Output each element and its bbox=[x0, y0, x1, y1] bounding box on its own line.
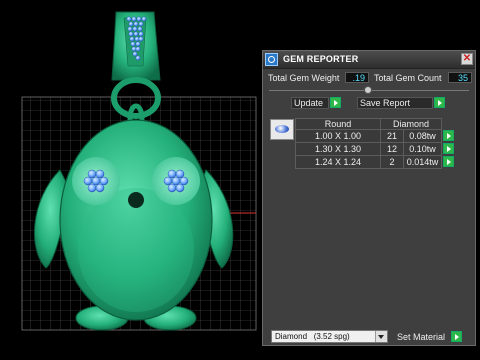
set-material-go-icon[interactable] bbox=[451, 331, 462, 342]
row-go-icon[interactable] bbox=[443, 142, 454, 154]
save-report-button[interactable]: Save Report bbox=[357, 97, 433, 109]
material-name: Diamond bbox=[275, 332, 308, 341]
table-row: 1.00 X 1.00 21 0.08tw bbox=[295, 129, 456, 143]
gem-count: 2 bbox=[380, 155, 404, 169]
material-select[interactable]: Diamond (3.52 spg) bbox=[271, 330, 388, 343]
total-gem-weight-label: Total Gem Weight bbox=[268, 73, 340, 83]
penguin-pendant-model bbox=[21, 11, 257, 331]
gem-size: 1.24 X 1.24 bbox=[295, 155, 381, 169]
set-material-label[interactable]: Set Material bbox=[397, 332, 445, 342]
slider-handle[interactable] bbox=[364, 86, 372, 94]
gem-reporter-icon bbox=[265, 53, 278, 66]
save-report-go-icon[interactable] bbox=[434, 97, 445, 108]
gem-reporter-panel: GEM REPORTER ✕ Total Gem Weight .19 Tota… bbox=[262, 50, 476, 346]
close-icon[interactable]: ✕ bbox=[461, 53, 473, 65]
save-report-label: Save Report bbox=[360, 98, 411, 108]
table-row: 1.24 X 1.24 2 0.014tw bbox=[295, 155, 456, 169]
gem-table: Round Diamond 1.00 X 1.00 21 0.08tw 1.30… bbox=[295, 118, 456, 169]
update-label: Update bbox=[294, 98, 324, 108]
round-gem-icon bbox=[270, 119, 294, 140]
total-gem-weight-value: .19 bbox=[345, 72, 369, 83]
material-spg: (3.52 spg) bbox=[313, 332, 350, 341]
gem-count: 12 bbox=[380, 142, 404, 156]
total-gem-count-value: 35 bbox=[448, 72, 472, 83]
gem-count: 21 bbox=[380, 129, 404, 143]
table-row: 1.30 X 1.30 12 0.10tw bbox=[295, 142, 456, 156]
gem-size: 1.00 X 1.00 bbox=[295, 129, 381, 143]
panel-title: GEM REPORTER bbox=[283, 54, 359, 64]
gem-weight: 0.014tw bbox=[403, 155, 442, 169]
update-button[interactable]: Update bbox=[291, 97, 329, 109]
row-go-icon[interactable] bbox=[443, 155, 455, 167]
update-go-icon[interactable] bbox=[330, 97, 341, 108]
column-header: Diamond bbox=[380, 118, 442, 130]
panel-title-bar[interactable]: GEM REPORTER ✕ bbox=[263, 51, 475, 69]
row-go-icon[interactable] bbox=[443, 129, 454, 141]
model-viewport[interactable] bbox=[0, 0, 262, 360]
gem-size: 1.30 X 1.30 bbox=[295, 142, 381, 156]
column-header: Round bbox=[295, 118, 381, 130]
beak bbox=[128, 192, 144, 208]
gem-weight: 0.10tw bbox=[403, 142, 442, 156]
chevron-down-icon[interactable] bbox=[375, 331, 387, 342]
total-gem-count-label: Total Gem Count bbox=[374, 73, 442, 83]
gem-weight: 0.08tw bbox=[403, 129, 442, 143]
